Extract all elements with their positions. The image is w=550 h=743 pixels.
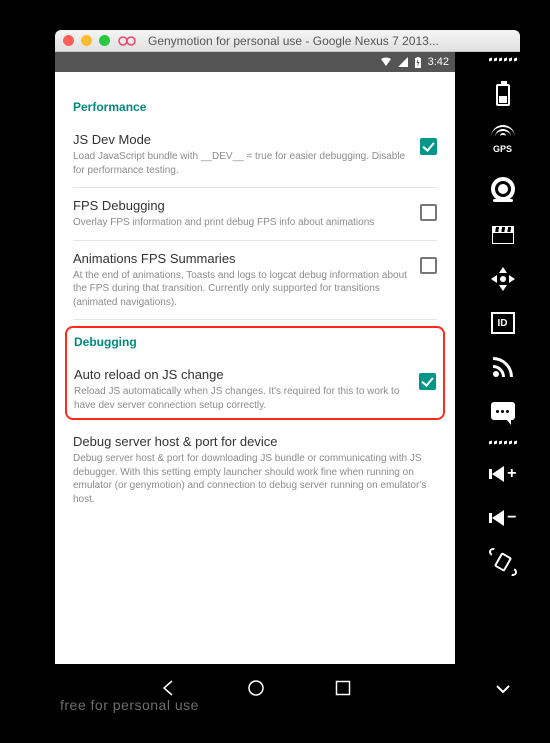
volume-down-icon[interactable]: −	[489, 504, 517, 532]
identifiers-icon[interactable]: ID	[489, 309, 517, 337]
nav-home-icon[interactable]	[247, 679, 265, 697]
statusbar-time: 3:42	[428, 56, 449, 68]
minimize-icon[interactable]	[81, 35, 92, 46]
signal-icon	[398, 57, 408, 67]
battery-charging-icon	[414, 57, 422, 68]
rotate-icon[interactable]	[489, 548, 517, 576]
row-title: JS Dev Mode	[73, 132, 410, 147]
checkbox-fps-debugging[interactable]	[420, 204, 437, 221]
genymotion-logo-icon	[118, 35, 138, 47]
zoom-icon[interactable]	[99, 35, 110, 46]
battery-icon[interactable]	[489, 77, 517, 105]
row-title: Debug server host & port for device	[73, 434, 437, 449]
sidebar-grip-icon	[489, 441, 517, 444]
row-fps-debugging[interactable]: FPS Debugging Overlay FPS information an…	[73, 188, 437, 241]
row-debug-server[interactable]: Debug server host & port for device Debu…	[73, 424, 437, 516]
row-js-dev-mode[interactable]: JS Dev Mode Load JavaScript bundle with …	[73, 122, 437, 188]
row-desc: Reload JS automatically when JS changes.…	[74, 385, 409, 412]
chevron-down-icon[interactable]	[489, 676, 517, 704]
dpad-icon[interactable]	[489, 265, 517, 293]
close-icon[interactable]	[63, 35, 74, 46]
row-title: Auto reload on JS change	[74, 367, 409, 382]
sms-icon[interactable]	[489, 397, 517, 425]
section-header-debugging: Debugging	[74, 335, 436, 349]
sidebar-grip-icon	[489, 58, 517, 61]
checkbox-auto-reload[interactable]	[419, 373, 436, 390]
highlighted-debugging-section: Debugging Auto reload on JS change Reloa…	[65, 326, 445, 420]
camera-icon[interactable]	[489, 173, 517, 205]
traffic-lights[interactable]	[63, 35, 110, 46]
volume-up-icon[interactable]: +	[489, 460, 517, 488]
row-title: FPS Debugging	[73, 198, 410, 213]
section-header-performance: Performance	[73, 100, 437, 114]
row-desc: Debug server host & port for downloading…	[73, 452, 437, 506]
row-auto-reload[interactable]: Auto reload on JS change Reload JS autom…	[74, 357, 436, 416]
row-desc: Overlay FPS information and print debug …	[73, 216, 410, 230]
device-screen: 3:42 Performance JS Dev Mode Load JavaSc…	[55, 52, 455, 712]
android-status-bar: 3:42	[55, 52, 455, 72]
screencast-icon[interactable]	[489, 221, 517, 249]
network-icon[interactable]	[489, 353, 517, 381]
genymotion-sidebar: GPS ID + −	[475, 52, 530, 712]
window-titlebar: Genymotion for personal use - Google Nex…	[55, 30, 520, 52]
row-anim-fps[interactable]: Animations FPS Summaries At the end of a…	[73, 241, 437, 321]
row-desc: Load JavaScript bundle with __DEV__ = tr…	[73, 150, 410, 177]
window-title: Genymotion for personal use - Google Nex…	[148, 34, 512, 48]
settings-content[interactable]: Performance JS Dev Mode Load JavaScript …	[55, 72, 455, 662]
nav-recents-icon[interactable]	[335, 680, 351, 696]
row-desc: At the end of animations, Toasts and log…	[73, 269, 410, 310]
watermark-text: free for personal use	[60, 697, 199, 713]
checkbox-js-dev-mode[interactable]	[420, 138, 437, 155]
checkbox-anim-fps[interactable]	[420, 257, 437, 274]
gps-icon[interactable]: GPS	[489, 121, 517, 157]
wifi-icon	[380, 57, 392, 67]
nav-back-icon[interactable]	[159, 679, 177, 697]
row-title: Animations FPS Summaries	[73, 251, 410, 266]
